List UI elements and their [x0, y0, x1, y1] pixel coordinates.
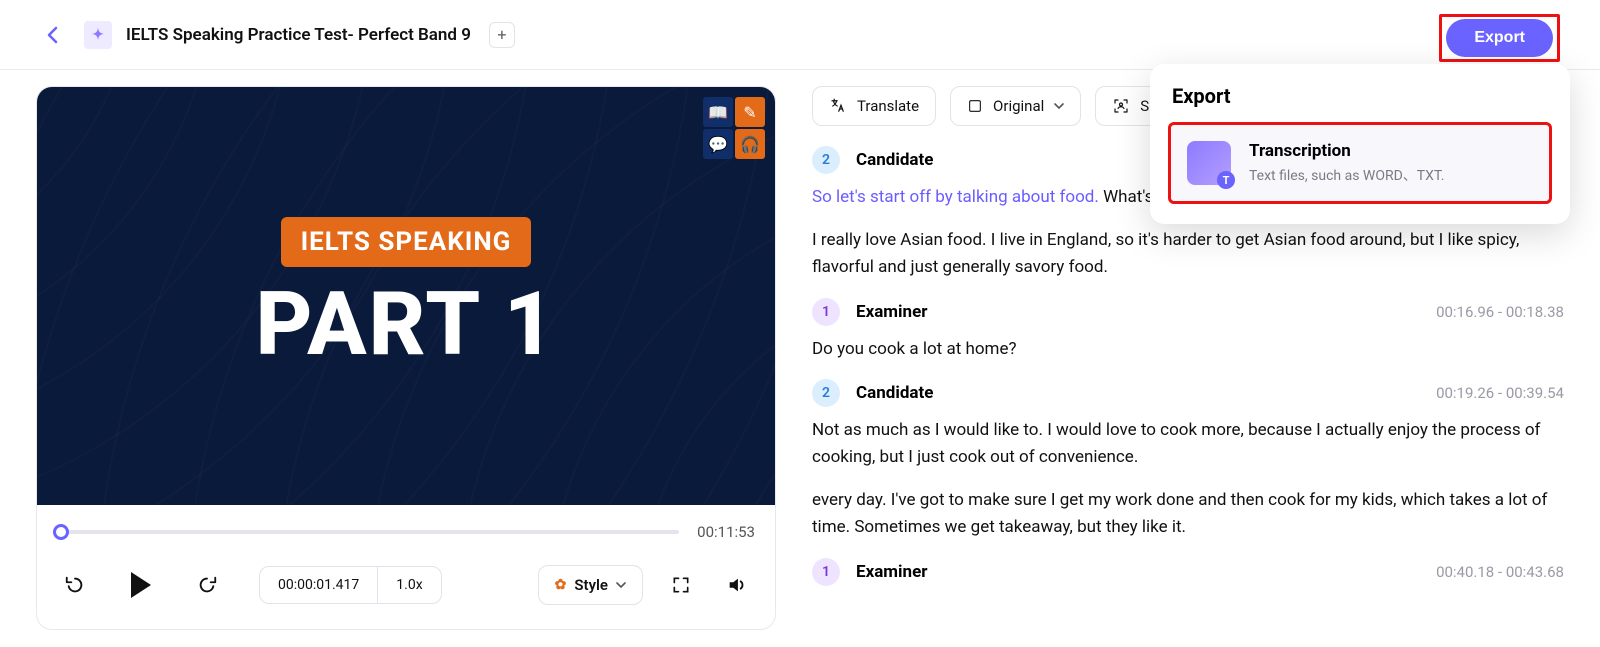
original-label: Original: [993, 97, 1044, 115]
book-icon: 📖: [703, 97, 733, 127]
speaker-detect-icon: [1112, 97, 1130, 115]
video-progress-bar[interactable]: [57, 530, 679, 534]
speaker-badge: 2: [812, 146, 840, 174]
feather-icon: ✎: [735, 97, 765, 127]
back-button[interactable]: [40, 23, 64, 47]
speaker-name: Candidate: [856, 150, 933, 170]
translate-button[interactable]: Translate: [812, 86, 936, 126]
speaker-name: Examiner: [856, 302, 927, 322]
video-overlay-tag: IELTS SPEAKING: [281, 217, 532, 267]
volume-button[interactable]: [719, 567, 755, 603]
add-tab-button[interactable]: +: [489, 22, 515, 48]
speaker-badge: 1: [812, 558, 840, 586]
segment-timestamp: 00:19.26 - 00:39.54: [1436, 384, 1564, 402]
video-overlay-title: PART 1: [256, 273, 557, 376]
speaker-badge: 1: [812, 298, 840, 326]
translate-label: Translate: [857, 97, 919, 115]
video-total-time: 00:11:53: [697, 523, 755, 541]
playback-speed[interactable]: 1.0x: [378, 567, 440, 603]
export-option-transcription[interactable]: Transcription Text files, such as WORD、T…: [1168, 122, 1552, 204]
export-option-subtitle: Text files, such as WORD、TXT.: [1249, 165, 1444, 185]
video-card: IELTS SPEAKING PART 1 📖 ✎ 💬 🎧 00:11:53: [36, 86, 776, 630]
forward-button[interactable]: [189, 567, 225, 603]
headphones-icon: 🎧: [735, 129, 765, 159]
utterance[interactable]: Not as much as I would like to. I would …: [812, 417, 1564, 471]
document-icon: [967, 98, 983, 114]
segment-timestamp: 00:16.96 - 00:18.38: [1436, 303, 1564, 321]
chevron-down-icon: [616, 582, 626, 588]
segment-timestamp: 00:40.18 - 00:43.68: [1436, 563, 1564, 581]
export-popover-heading: Export: [1172, 84, 1548, 108]
speaker-row: 1 Examiner 00:16.96 - 00:18.38: [812, 298, 1564, 326]
rewind-button[interactable]: [57, 567, 93, 603]
transcription-icon: [1187, 141, 1231, 185]
video-progress-handle[interactable]: [53, 524, 69, 540]
speaker-name: Candidate: [856, 383, 933, 403]
utterance[interactable]: I really love Asian food. I live in Engl…: [812, 227, 1564, 281]
export-popover: Export Transcription Text files, such as…: [1150, 64, 1570, 224]
fullscreen-button[interactable]: [663, 567, 699, 603]
play-button[interactable]: [123, 567, 159, 603]
current-time-input[interactable]: 00:00:01.417: [260, 567, 378, 603]
style-label: Style: [574, 576, 608, 594]
video-corner-icons: 📖 ✎ 💬 🎧: [703, 97, 765, 159]
page-title: IELTS Speaking Practice Test- Perfect Ba…: [126, 25, 471, 45]
style-flower-icon: ✿: [555, 577, 567, 593]
speaker-name: Examiner: [856, 562, 927, 582]
utterance[interactable]: Do you cook a lot at home?: [812, 336, 1564, 363]
speaker-row: 1 Examiner 00:40.18 - 00:43.68: [812, 558, 1564, 586]
video-frame[interactable]: IELTS SPEAKING PART 1 📖 ✎ 💬 🎧: [37, 87, 775, 505]
chevron-down-icon: [1054, 103, 1064, 109]
chat-icon: 💬: [703, 129, 733, 159]
translate-icon: [829, 97, 847, 115]
export-option-title: Transcription: [1249, 141, 1444, 161]
utterance-played: So let's start off by talking about food…: [812, 187, 1099, 207]
speaker-badge: 2: [812, 379, 840, 407]
export-button-highlight: Export: [1439, 14, 1560, 62]
file-icon: ✦: [84, 21, 112, 49]
header-bar: ✦ IELTS Speaking Practice Test- Perfect …: [0, 0, 1600, 70]
utterance[interactable]: every day. I've got to make sure I get m…: [812, 487, 1564, 541]
time-input-group: 00:00:01.417 1.0x: [259, 566, 442, 604]
speaker-row: 2 Candidate 00:19.26 - 00:39.54: [812, 379, 1564, 407]
export-button[interactable]: Export: [1446, 19, 1553, 57]
style-button[interactable]: ✿ Style: [538, 565, 643, 605]
original-button[interactable]: Original: [950, 86, 1081, 126]
